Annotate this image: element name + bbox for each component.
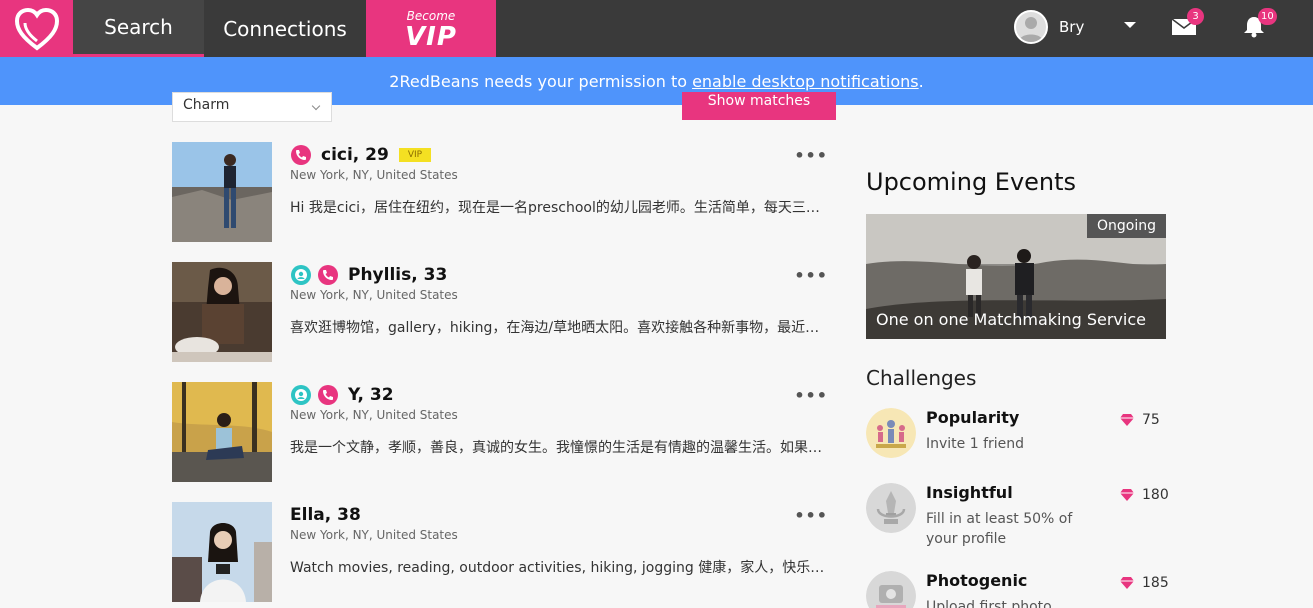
top-nav: Search Connections Become VIP Bry 3 10 — [0, 0, 1313, 57]
profile-bio: 喜欢逛博物馆，gallery，hiking，在海边/草地晒太阳。喜欢接触各种新事… — [290, 320, 832, 336]
nav-connections-label: Connections — [223, 16, 347, 41]
upcoming-events-title: Upcoming Events — [866, 168, 1077, 196]
gem-icon — [1120, 577, 1134, 589]
profile-location: New York, NY, United States — [290, 408, 458, 422]
messages-button[interactable]: 3 — [1170, 8, 1204, 43]
profile-card[interactable]: Y, 32 New York, NY, United States 我是一个文静… — [172, 382, 836, 482]
challenge-item[interactable]: Photogenic Upload first photo 185 — [866, 571, 1169, 608]
profile-name[interactable]: Y, 32 — [348, 385, 394, 405]
notification-suffix: . — [918, 71, 924, 91]
id-verified-icon — [291, 385, 311, 405]
profile-location: New York, NY, United States — [290, 528, 458, 542]
profile-card[interactable]: Phyllis, 33 New York, NY, United States … — [172, 262, 836, 362]
profile-location: New York, NY, United States — [290, 168, 458, 182]
challenges-title: Challenges — [866, 366, 977, 390]
vip-big-label: VIP — [405, 21, 457, 52]
challenge-desc: Fill in at least 50% of your profile — [926, 511, 1073, 547]
bell-count-badge: 10 — [1258, 8, 1277, 25]
challenge-points: 180 — [1120, 487, 1169, 503]
popularity-icon — [866, 408, 916, 458]
challenge-item[interactable]: Insightful Fill in at least 50% of your … — [866, 483, 1169, 553]
phone-verified-icon — [318, 385, 338, 405]
profile-photo[interactable] — [172, 142, 272, 242]
become-vip-button[interactable]: Become VIP — [366, 0, 496, 57]
event-card[interactable]: Ongoing One on one Matchmaking Service — [866, 214, 1166, 339]
show-matches-button[interactable]: Show matches — [682, 92, 836, 120]
profile-card[interactable]: Ella, 38 New York, NY, United States Wat… — [172, 502, 836, 602]
more-options-icon[interactable]: ••• — [794, 386, 828, 405]
vip-badge: VIP — [398, 148, 432, 162]
challenge-points-value: 75 — [1142, 412, 1160, 428]
profile-name[interactable]: Ella, 38 — [290, 505, 361, 525]
id-verified-icon — [291, 265, 311, 285]
event-name: One on one Matchmaking Service — [876, 310, 1146, 329]
username: Bry — [1059, 18, 1085, 36]
gem-icon — [1120, 489, 1134, 501]
photogenic-icon — [866, 571, 916, 608]
phone-verified-icon — [318, 265, 338, 285]
profile-name[interactable]: cici, 29 — [321, 145, 389, 165]
nav-tab-search[interactable]: Search — [73, 0, 204, 57]
challenge-points: 185 — [1120, 575, 1169, 591]
profile-name[interactable]: Phyllis, 33 — [348, 265, 447, 285]
profile-bio: Watch movies, reading, outdoor activitie… — [290, 560, 832, 576]
more-options-icon[interactable]: ••• — [794, 506, 828, 525]
challenge-name: Popularity — [926, 408, 1020, 427]
challenge-desc: Upload first photo — [926, 599, 1052, 608]
notification-text: 2RedBeans needs your permission to — [389, 71, 688, 91]
logo[interactable] — [0, 0, 73, 57]
challenge-points: 75 — [1120, 412, 1160, 428]
more-options-icon[interactable]: ••• — [794, 146, 828, 165]
challenge-points-value: 180 — [1142, 487, 1169, 503]
challenge-item[interactable]: Popularity Invite 1 friend 75 — [866, 408, 1166, 468]
mail-count-badge: 3 — [1187, 8, 1204, 25]
show-matches-label: Show matches — [707, 93, 811, 109]
challenge-points-value: 185 — [1142, 575, 1169, 591]
chevron-down-icon[interactable] — [1124, 22, 1136, 28]
vip-small-label: Become — [406, 8, 456, 23]
enable-notifications-link[interactable]: enable desktop notifications — [692, 72, 919, 91]
profile-photo[interactable] — [172, 262, 272, 362]
event-status-badge: Ongoing — [1087, 214, 1166, 238]
profile-bio: Hi 我是cici，居住在纽约，现在是一名preschool的幼儿园老师。生活简… — [290, 200, 832, 216]
user-silhouette-icon — [1019, 17, 1043, 42]
gem-icon — [1120, 414, 1134, 426]
profile-photo[interactable] — [172, 502, 272, 602]
notifications-button[interactable]: 10 — [1241, 8, 1277, 43]
chevron-down-icon — [311, 101, 321, 111]
challenge-desc: Invite 1 friend — [926, 436, 1025, 452]
user-menu[interactable]: Bry — [1014, 9, 1084, 45]
heart-logo-icon — [14, 7, 59, 50]
more-options-icon[interactable]: ••• — [794, 266, 828, 285]
insightful-icon — [866, 483, 916, 533]
avatar — [1014, 10, 1048, 44]
profile-card[interactable]: cici, 29 VIP New York, NY, United States… — [172, 142, 836, 242]
profile-photo[interactable] — [172, 382, 272, 482]
sort-select[interactable]: Charm — [172, 92, 332, 122]
nav-tab-connections[interactable]: Connections — [204, 0, 366, 57]
phone-verified-icon — [291, 145, 311, 165]
profile-location: New York, NY, United States — [290, 288, 458, 302]
challenge-name: Insightful — [926, 483, 1013, 502]
profile-bio: 我是一个文静，孝顺，善良，真诚的女生。我憧憬的生活是有情趣的温馨生活。如果只… — [290, 440, 832, 456]
challenge-name: Photogenic — [926, 571, 1028, 590]
sort-select-value: Charm — [183, 97, 230, 113]
nav-search-label: Search — [104, 15, 173, 39]
